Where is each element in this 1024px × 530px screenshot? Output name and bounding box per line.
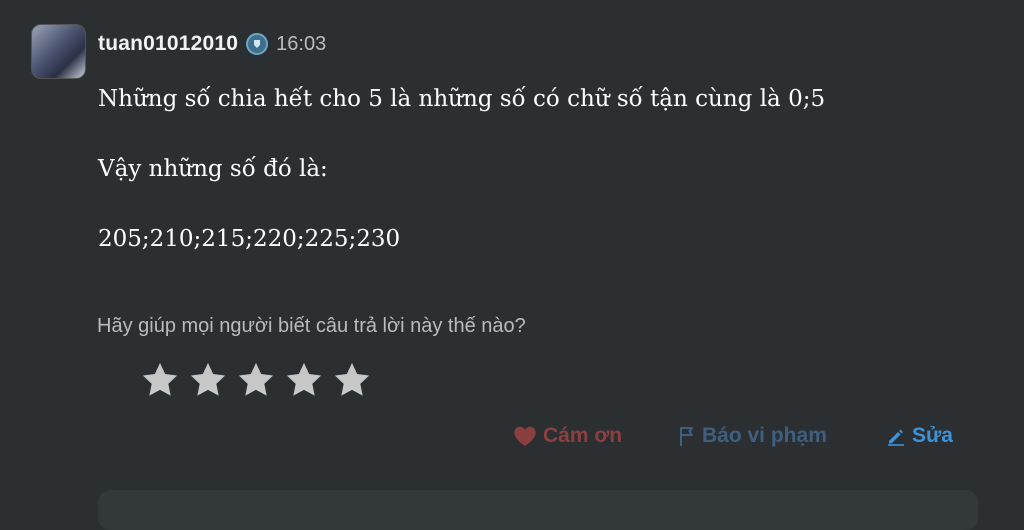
thanks-label: Cám ơn: [543, 424, 623, 447]
report-button[interactable]: Báo vi phạm: [678, 424, 827, 448]
star-3-icon[interactable]: [236, 360, 276, 400]
pencil-icon: [886, 426, 906, 446]
next-answer-card: [98, 490, 978, 530]
answer-line: Vậy những số đó là:: [98, 156, 328, 182]
star-4-icon[interactable]: [284, 360, 324, 400]
star-1-icon[interactable]: [140, 360, 180, 400]
verified-badge-icon: [246, 33, 269, 55]
edit-label: Sửa: [912, 424, 953, 447]
flag-icon: [678, 425, 696, 447]
star-2-icon[interactable]: [188, 360, 228, 400]
username[interactable]: tuan01012010: [98, 32, 238, 56]
edit-button[interactable]: Sửa: [886, 424, 953, 448]
avatar[interactable]: [31, 24, 86, 79]
answer-content: Những số chia hết cho 5 là những số có c…: [98, 80, 978, 290]
star-5-icon[interactable]: [332, 360, 372, 400]
rating-prompt: Hãy giúp mọi người biết câu trả lời này …: [97, 315, 526, 337]
answer-line: Những số chia hết cho 5 là những số có c…: [98, 86, 826, 112]
heart-icon: [513, 425, 537, 447]
report-label: Báo vi phạm: [702, 424, 827, 447]
post-time: 16:03: [276, 32, 327, 55]
answer-header: tuan01012010 16:03: [98, 30, 326, 58]
thanks-button[interactable]: Cám ơn: [513, 424, 622, 448]
answer-actions: Cám ơn Báo vi phạm Sửa: [0, 424, 1024, 454]
star-rating: [140, 360, 372, 400]
answer-line: 205;210;215;220;225;230: [98, 226, 401, 252]
